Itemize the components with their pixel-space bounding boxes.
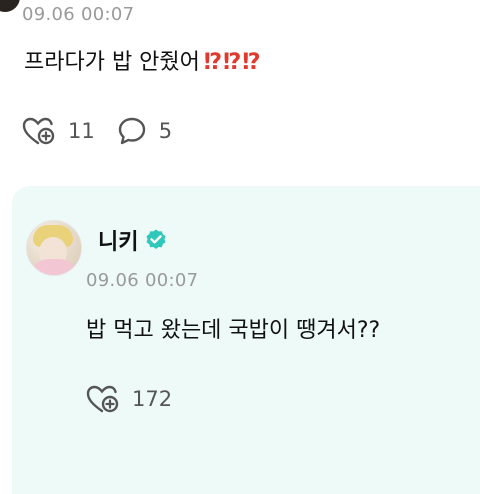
avatar-clothing — [29, 259, 79, 275]
reply-like-count: 172 — [132, 387, 173, 411]
reply-avatar[interactable] — [26, 220, 82, 276]
post-like-button[interactable]: 11 — [22, 116, 95, 146]
comment-icon — [118, 117, 145, 145]
like-icon — [86, 385, 119, 413]
post-like-count: 11 — [68, 119, 95, 143]
reply-actions: 172 — [86, 384, 194, 414]
verified-icon — [146, 229, 166, 249]
reply-author-name: 니키 — [98, 230, 139, 255]
post-comment-button[interactable]: 5 — [117, 116, 172, 146]
post-text-content: 프라다가 밥 안줬어 — [24, 50, 200, 75]
reply-text: 밥 먹고 왔는데 국밥이 땡겨서?? — [86, 318, 381, 343]
reply-card: 니키 09.06 00:07 밥 먹고 왔는데 국밥이 땡겨서?? 172 — [12, 186, 480, 494]
reply-timestamp: 09.06 00:07 — [86, 270, 199, 291]
reply-author[interactable]: 니키 — [98, 224, 168, 256]
post-comment-count: 5 — [158, 119, 173, 143]
post-emphasis-marks: ⁉⁉⁉ — [203, 50, 262, 75]
previous-avatar[interactable] — [0, 0, 20, 12]
like-icon — [22, 117, 55, 145]
post-actions: 11 5 — [22, 116, 194, 146]
post-timestamp: 09.06 00:07 — [22, 4, 135, 25]
post-text: 프라다가 밥 안줬어 ⁉⁉⁉ — [24, 44, 262, 76]
reply-like-button[interactable]: 172 — [86, 384, 172, 414]
